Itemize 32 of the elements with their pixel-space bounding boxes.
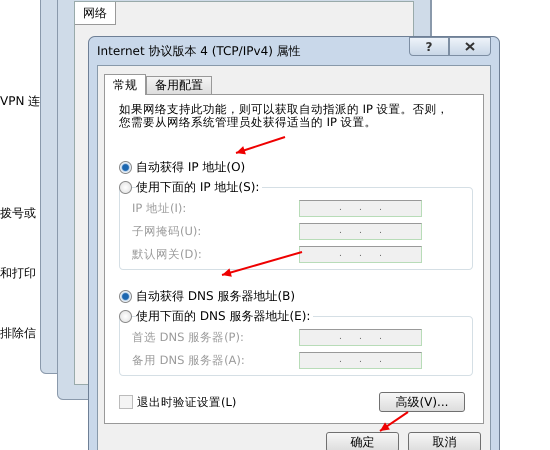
radio-button[interactable] [119,160,132,174]
help-button[interactable]: ? [409,37,449,56]
panel-item-label: VPN 连 [0,93,40,110]
panel-item-label: 排除信 [0,325,36,342]
checkbox-label: 退出时验证设置(L) [137,394,236,410]
field-label: 备用 DNS 服务器(A): [132,353,245,368]
ok-button[interactable]: 确定 [326,432,399,450]
radio-button[interactable] [119,180,132,194]
panel-item-label: 拨号或 [0,205,36,222]
option-label: 自动获得 DNS 服务器地址(B) [136,288,296,304]
tab[interactable]: 备用配置 [146,76,212,95]
close-button[interactable] [449,37,491,56]
field-label: 首选 DNS 服务器(P): [132,330,244,345]
description-line: 您需要从网络系统管理员处获得适当的 IP 设置。 [119,116,377,129]
annotation-arrow [236,136,286,154]
window-title: Internet 协议版本 4 (TCP/IPv4) 属性 [97,42,302,60]
option-label: 自动获得 IP 地址(O) [136,158,246,176]
close-icon [465,42,475,51]
field-label: 子网掩码(U): [132,224,202,239]
panel-item-label: 和打印 [0,265,36,282]
tab[interactable]: 网络 [75,2,116,25]
radio-button[interactable] [119,290,132,302]
radio-button[interactable] [119,310,132,322]
field-label: 默认网关(D): [132,247,202,262]
option-label: 使用下面的 DNS 服务器地址(E): [136,308,314,324]
description-line: 如果网络支持此功能，则可以获取自动指派的 IP 设置。否则， [119,103,449,116]
field-label: IP 地址(I): [132,201,186,216]
cancel-button[interactable]: 取消 [408,432,481,450]
option-label: 使用下面的 IP 地址(S): [136,178,262,196]
annotation-arrow [379,411,409,432]
tab[interactable]: 常规 [104,74,146,95]
advanced-button[interactable]: 高级(V)... [379,392,465,412]
